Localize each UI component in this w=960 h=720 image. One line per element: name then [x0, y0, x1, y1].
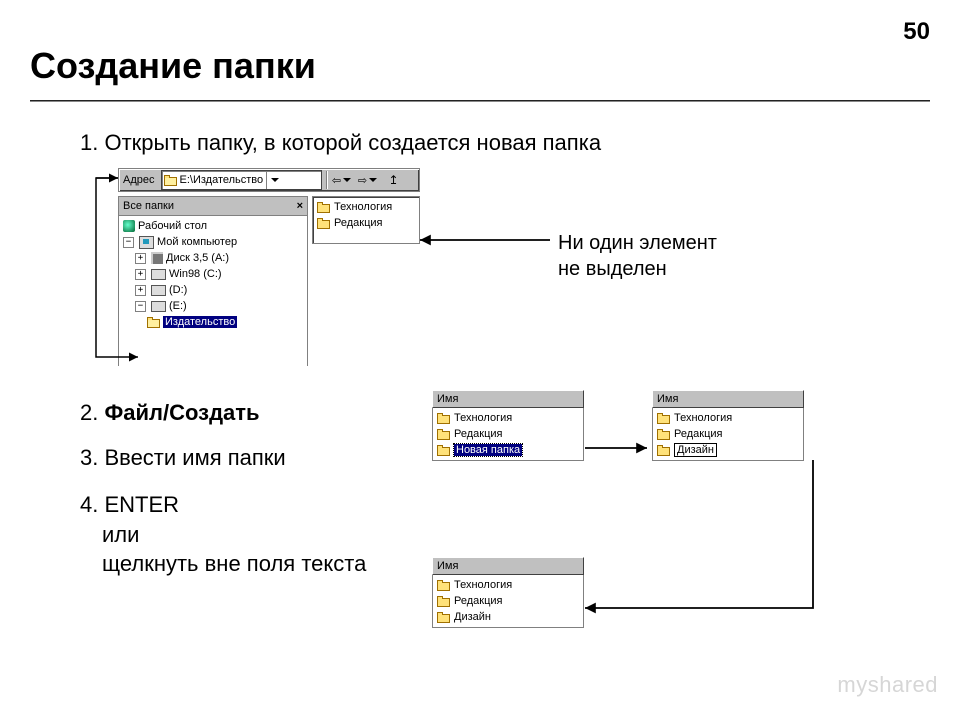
annotation-line1: Ни один элемент — [558, 232, 717, 254]
page-number: 50 — [903, 18, 930, 46]
address-value: E:\Издательство — [180, 174, 264, 186]
list-item-label: Редакция — [454, 595, 502, 607]
nav-up-button[interactable] — [383, 170, 405, 190]
step-2-bold: Файл/Создать — [104, 400, 259, 425]
tree-header-label: Все папки — [123, 200, 174, 212]
column-header-name[interactable]: Имя — [652, 390, 804, 408]
floppy-drive-icon — [151, 252, 163, 264]
list-item[interactable]: Редакция — [435, 426, 581, 442]
step-3-text: 3. Ввести имя папки — [80, 445, 286, 471]
step-4-line1: 4. ENTER — [80, 492, 179, 517]
computer-icon — [139, 236, 154, 249]
list-item[interactable]: Технология — [435, 577, 581, 593]
address-input[interactable]: E:\Издательство — [161, 170, 322, 190]
folder-open-icon — [164, 175, 177, 186]
chevron-down-icon — [271, 178, 279, 182]
hard-drive-icon — [151, 301, 166, 312]
tree-item-label: Рабочий стол — [138, 220, 207, 232]
toolbar-separator — [326, 171, 327, 189]
list-item-label: Редакция — [334, 217, 382, 229]
folder-icon — [317, 218, 330, 229]
folder-icon — [437, 612, 450, 623]
list-item-label: Дизайн — [454, 611, 491, 623]
step-2-prefix: 2. — [80, 400, 104, 425]
arrow-annotation-to-list — [420, 232, 560, 252]
folder-icon — [317, 202, 330, 213]
tree-close-button[interactable]: × — [297, 200, 303, 212]
tree-body: Рабочий стол − Мой компьютер + Диск 3,5 … — [119, 216, 307, 366]
list-item[interactable]: Дизайн — [435, 609, 581, 625]
folder-icon — [437, 580, 450, 591]
list-item[interactable]: Технология — [315, 199, 417, 215]
tree-item-label: (E:) — [169, 300, 187, 312]
tree-item-desktop[interactable]: Рабочий стол — [123, 218, 305, 234]
tree-item-publishing[interactable]: Издательство — [123, 314, 305, 330]
folder-icon — [437, 445, 450, 456]
nav-forward-button[interactable]: ⇨ — [357, 170, 379, 190]
watermark: myshared — [837, 672, 938, 698]
folder-icon — [657, 429, 670, 440]
address-dropdown-button[interactable] — [266, 171, 283, 189]
expander-plus-icon[interactable]: + — [135, 269, 146, 280]
step-2-text: 2. Файл/Создать — [80, 400, 260, 426]
title-divider — [30, 100, 930, 102]
step-4-text: 4. ENTER или щелкнуть вне поля текста — [80, 490, 366, 579]
hard-drive-icon — [151, 285, 166, 296]
list-item[interactable]: Технология — [655, 410, 801, 426]
list-item-label: Дизайн — [674, 443, 717, 457]
step-1-text: 1. Открыть папку, в которой создается но… — [80, 130, 601, 156]
tree-item-label: Win98 (C:) — [169, 268, 222, 280]
content-list-panel: Технология Редакция — [312, 196, 420, 244]
mini-list-final: Имя Технология Редакция Дизайн — [432, 557, 584, 628]
folder-open-icon — [147, 317, 160, 328]
list-item[interactable]: Редакция — [435, 593, 581, 609]
list-item-editing[interactable]: Новая папка — [435, 442, 581, 458]
list-item-label: Редакция — [454, 428, 502, 440]
tree-item-label: Издательство — [163, 316, 237, 328]
list-item[interactable]: Редакция — [315, 215, 417, 231]
tree-item-label: Мой компьютер — [157, 236, 237, 248]
tree-item-label: Диск 3,5 (A:) — [166, 252, 229, 264]
arrow-addressbar-to-tree — [88, 170, 128, 370]
tree-item-drive-e[interactable]: − (E:) — [123, 298, 305, 314]
expander-plus-icon[interactable]: + — [135, 253, 146, 264]
folder-icon — [657, 413, 670, 424]
hard-drive-icon — [151, 269, 166, 280]
expander-minus-icon[interactable]: − — [135, 301, 146, 312]
folder-icon — [657, 445, 670, 456]
folder-icon — [437, 596, 450, 607]
mini-list-renamed: Имя Технология Редакция Дизайн — [652, 390, 804, 461]
column-header-name[interactable]: Имя — [432, 557, 584, 575]
page-title: Создание папки — [30, 45, 316, 87]
annotation-line2: не выделен — [558, 258, 667, 280]
tree-item-drive-d[interactable]: + (D:) — [123, 282, 305, 298]
column-header-name[interactable]: Имя — [432, 390, 584, 408]
expander-plus-icon[interactable]: + — [135, 285, 146, 296]
arrow-minib-to-minic — [585, 460, 825, 630]
mini-list-newfolder: Имя Технология Редакция Новая папка — [432, 390, 584, 461]
tree-item-label: (D:) — [169, 284, 187, 296]
list-item-label: Технология — [454, 579, 512, 591]
list-item[interactable]: Технология — [435, 410, 581, 426]
folder-icon — [437, 413, 450, 424]
arrow-minia-to-minib — [585, 440, 655, 460]
annotation-no-selection: Ни один элемент не выделен — [558, 230, 717, 282]
tree-item-floppy[interactable]: + Диск 3,5 (A:) — [123, 250, 305, 266]
list-item-label: Новая папка — [454, 444, 522, 456]
address-bar: Адрес E:\Издательство ⇦ ⇨ — [118, 168, 420, 192]
step-4-line2: или — [80, 522, 139, 547]
list-item-label: Редакция — [674, 428, 722, 440]
list-item-editing[interactable]: Дизайн — [655, 442, 801, 458]
tree-item-drive-c[interactable]: + Win98 (C:) — [123, 266, 305, 282]
list-item[interactable]: Редакция — [655, 426, 801, 442]
list-item-label: Технология — [674, 412, 732, 424]
list-item-label: Технология — [454, 412, 512, 424]
nav-back-button[interactable]: ⇦ — [331, 170, 353, 190]
step-4-line3: щелкнуть вне поля текста — [80, 551, 366, 576]
list-item-label: Технология — [334, 201, 392, 213]
tree-header: Все папки × — [119, 197, 307, 216]
folder-tree-panel: Все папки × Рабочий стол − Мой компьютер… — [118, 196, 308, 366]
tree-item-mycomputer[interactable]: − Мой компьютер — [123, 234, 305, 250]
folder-icon — [437, 429, 450, 440]
